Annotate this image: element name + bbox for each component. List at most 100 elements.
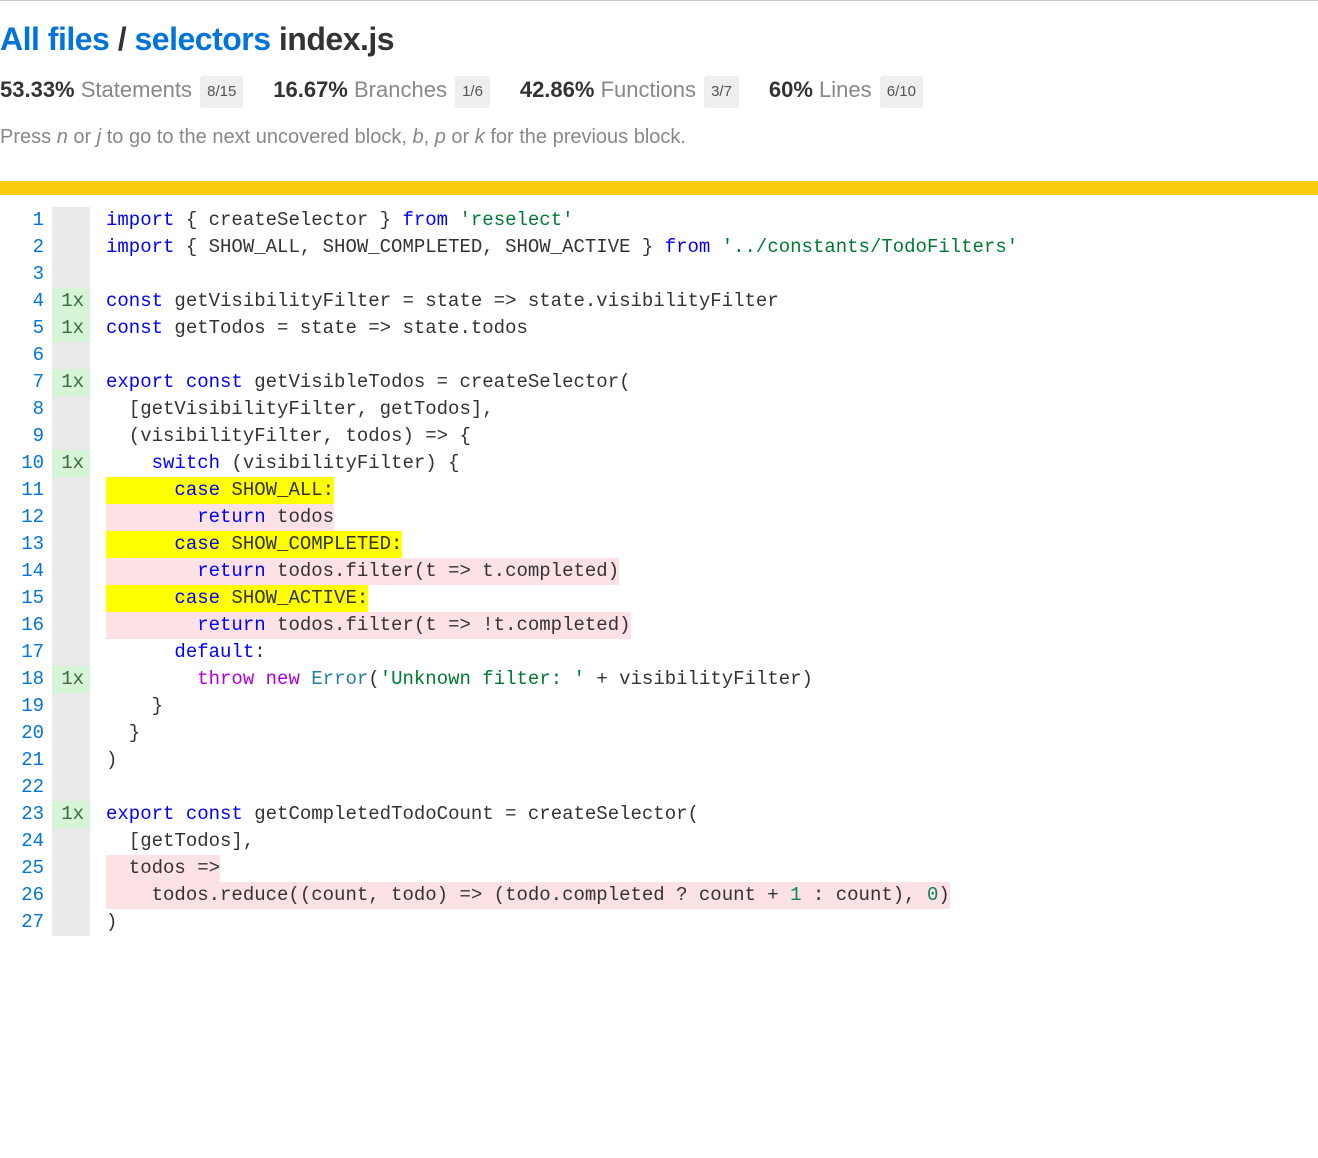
line-source: export const getCompletedTodoCount = cre… (106, 801, 1018, 828)
breadcrumb-all-files[interactable]: All files (0, 21, 109, 57)
line-source: throw new Error('Unknown filter: ' + vis… (106, 666, 1018, 693)
line-number[interactable]: 8 (20, 396, 52, 423)
line-coverage-count (52, 720, 90, 747)
line-source: return todos.filter(t => !t.completed) (106, 612, 1018, 639)
code-line: 19 } (20, 693, 1018, 720)
line-coverage-count (52, 909, 90, 936)
stat-fraction: 3/7 (704, 76, 739, 108)
line-source: const getTodos = state => state.todos (106, 315, 1018, 342)
key-k: k (475, 126, 485, 148)
line-number[interactable]: 9 (20, 423, 52, 450)
line-number[interactable]: 27 (20, 909, 52, 936)
line-coverage-count (52, 585, 90, 612)
line-number[interactable]: 17 (20, 639, 52, 666)
code-line: 17 default: (20, 639, 1018, 666)
code-line: 231x export const getCompletedTodoCount … (20, 801, 1018, 828)
line-number[interactable]: 19 (20, 693, 52, 720)
line-source: export const getVisibleTodos = createSel… (106, 369, 1018, 396)
coverage-report: All files / selectors index.js 53.33% St… (0, 0, 1318, 956)
line-number[interactable]: 22 (20, 774, 52, 801)
line-source: return todos.filter(t => t.completed) (106, 558, 1018, 585)
line-source: } (106, 720, 1018, 747)
code-line: 3 (20, 261, 1018, 288)
line-number[interactable]: 15 (20, 585, 52, 612)
line-coverage-count (52, 882, 90, 909)
stat-functions: 42.86% Functions 3/7 (520, 76, 739, 108)
line-source (106, 261, 1018, 288)
stat-fraction: 1/6 (455, 76, 490, 108)
line-number[interactable]: 16 (20, 612, 52, 639)
line-source: return todos (106, 504, 1018, 531)
coverage-stats: 53.33% Statements 8/15 16.67% Branches 1… (0, 76, 1318, 108)
line-source: switch (visibilityFilter) { (106, 450, 1018, 477)
code-line: 41x const getVisibilityFilter = state =>… (20, 288, 1018, 315)
line-coverage-count: 1x (52, 369, 90, 396)
code-line: 9 (visibilityFilter, todos) => { (20, 423, 1018, 450)
line-source: const getVisibilityFilter = state => sta… (106, 288, 1018, 315)
stat-lines: 60% Lines 6/10 (769, 76, 923, 108)
code-line: 181x throw new Error('Unknown filter: ' … (20, 666, 1018, 693)
line-number[interactable]: 12 (20, 504, 52, 531)
stat-label: Statements (81, 77, 192, 102)
code-line: 71x export const getVisibleTodos = creat… (20, 369, 1018, 396)
line-coverage-count: 1x (52, 288, 90, 315)
line-coverage-count: 1x (52, 450, 90, 477)
code-line: 14 return todos.filter(t => t.completed) (20, 558, 1018, 585)
code-line: 27 ) (20, 909, 1018, 936)
line-number[interactable]: 4 (20, 288, 52, 315)
line-coverage-count (52, 234, 90, 261)
line-source: } (106, 693, 1018, 720)
stat-fraction: 6/10 (880, 76, 923, 108)
code-line: 1 import { createSelector } from 'resele… (20, 207, 1018, 234)
line-number[interactable]: 1 (20, 207, 52, 234)
code-line: 51x const getTodos = state => state.todo… (20, 315, 1018, 342)
line-coverage-count (52, 774, 90, 801)
line-coverage-count (52, 612, 90, 639)
line-source: [getVisibilityFilter, getTodos], (106, 396, 1018, 423)
line-coverage-count (52, 531, 90, 558)
stat-label: Lines (819, 77, 872, 102)
code-table: 1 import { createSelector } from 'resele… (20, 207, 1018, 936)
line-coverage-count (52, 693, 90, 720)
keyboard-hint: Press n or j to go to the next uncovered… (0, 126, 1318, 149)
code-line: 15 case SHOW_ACTIVE: (20, 585, 1018, 612)
line-number[interactable]: 14 (20, 558, 52, 585)
line-number[interactable]: 10 (20, 450, 52, 477)
line-number[interactable]: 25 (20, 855, 52, 882)
line-number[interactable]: 24 (20, 828, 52, 855)
line-number[interactable]: 5 (20, 315, 52, 342)
line-source: import { SHOW_ALL, SHOW_COMPLETED, SHOW_… (106, 234, 1018, 261)
stat-pct: 42.86% (520, 77, 595, 102)
line-source: ) (106, 747, 1018, 774)
line-coverage-count: 1x (52, 666, 90, 693)
code-line: 25 todos => (20, 855, 1018, 882)
line-number[interactable]: 26 (20, 882, 52, 909)
code-line: 26 todos.reduce((count, todo) => (todo.c… (20, 882, 1018, 909)
line-number[interactable]: 6 (20, 342, 52, 369)
line-source: default: (106, 639, 1018, 666)
stat-pct: 60% (769, 77, 813, 102)
line-number[interactable]: 11 (20, 477, 52, 504)
code-line: 11 case SHOW_ALL: (20, 477, 1018, 504)
line-number[interactable]: 7 (20, 369, 52, 396)
breadcrumb-separator: / (109, 21, 134, 57)
line-number[interactable]: 3 (20, 261, 52, 288)
line-number[interactable]: 21 (20, 747, 52, 774)
source-code: 1 import { createSelector } from 'resele… (0, 195, 1318, 956)
line-number[interactable]: 18 (20, 666, 52, 693)
line-number[interactable]: 2 (20, 234, 52, 261)
code-line: 2 import { SHOW_ALL, SHOW_COMPLETED, SHO… (20, 234, 1018, 261)
line-number[interactable]: 20 (20, 720, 52, 747)
line-coverage-count (52, 855, 90, 882)
line-source: todos.reduce((count, todo) => (todo.comp… (106, 882, 1018, 909)
line-coverage-count (52, 261, 90, 288)
line-coverage-count (52, 207, 90, 234)
line-source: case SHOW_ACTIVE: (106, 585, 1018, 612)
breadcrumb-folder[interactable]: selectors (134, 21, 270, 57)
line-source: case SHOW_ALL: (106, 477, 1018, 504)
code-line: 13 case SHOW_COMPLETED: (20, 531, 1018, 558)
line-number[interactable]: 13 (20, 531, 52, 558)
stat-pct: 53.33% (0, 77, 75, 102)
stat-label: Functions (601, 77, 696, 102)
line-number[interactable]: 23 (20, 801, 52, 828)
